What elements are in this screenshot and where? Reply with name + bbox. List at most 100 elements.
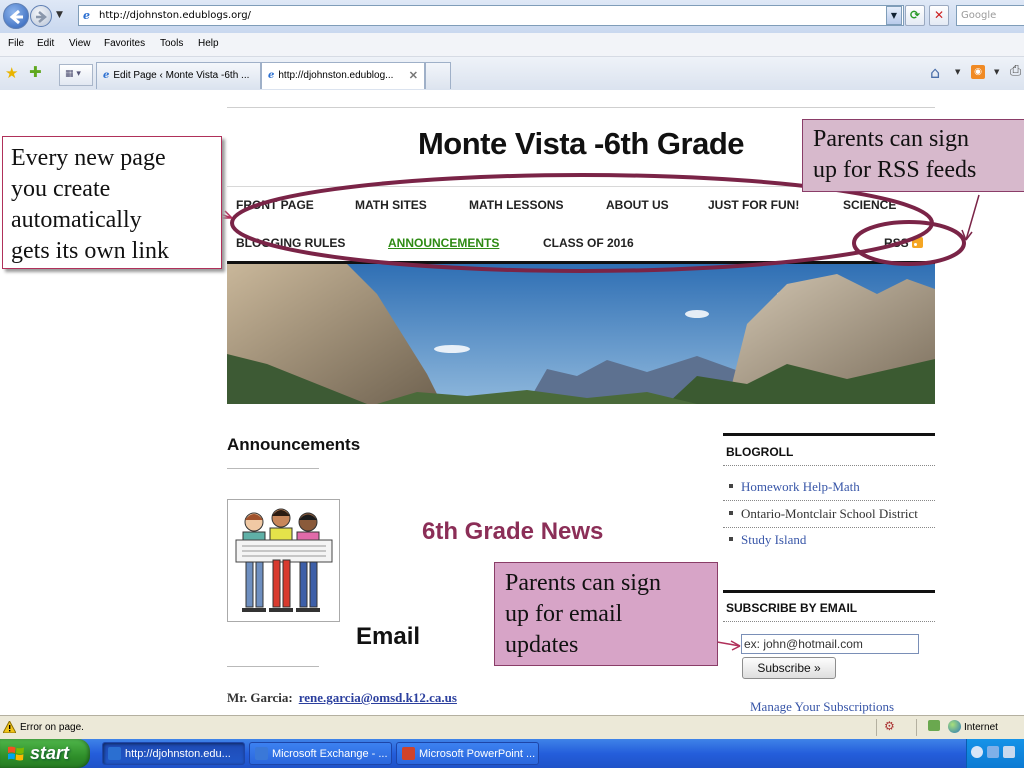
status-separator <box>876 719 877 736</box>
feeds-dropdown-icon[interactable]: ▼ <box>994 68 999 76</box>
address-bar: ▼ e http://djohnston.edublogs.org/ ▼ ⟳ ✕… <box>0 0 1024 33</box>
callout-line: gets its own link <box>11 238 170 264</box>
bullet <box>729 511 733 515</box>
dotted-divider <box>723 465 935 466</box>
taskbar-item-exchange[interactable]: Microsoft Exchange - ... <box>249 742 392 765</box>
home-icon[interactable]: ⌂ <box>930 63 940 82</box>
callout-line: up for RSS feeds <box>813 157 977 183</box>
callout-line: updates <box>505 632 579 658</box>
taskbar-item-ie[interactable]: http://djohnston.edu... <box>102 742 245 765</box>
ie-icon <box>108 747 121 760</box>
tab-label: Edit Page ‹ Monte Vista -6th ... <box>113 70 250 81</box>
callout-new-page-link: Every new page you create automatically … <box>2 136 222 269</box>
feeds-icon[interactable]: ◉ <box>971 65 985 79</box>
page-icon: e <box>83 9 90 22</box>
rss-icon <box>911 237 923 248</box>
forward-button[interactable] <box>30 5 52 27</box>
zone-shield-icon[interactable] <box>928 720 940 731</box>
back-arrow-icon <box>9 9 23 25</box>
url-dropdown-icon[interactable]: ▼ <box>886 6 902 25</box>
callout-rss-feeds: Parents can sign up for RSS feeds <box>802 119 1024 192</box>
url-field[interactable]: e http://djohnston.edublogs.org/ <box>78 5 904 26</box>
nav-blogging-rules[interactable]: BLOGGING RULES <box>236 236 345 250</box>
nav-class-of-2016[interactable]: CLASS OF 2016 <box>543 236 634 250</box>
task-label: Microsoft Exchange - ... <box>272 748 388 760</box>
windows-logo-icon <box>8 746 24 761</box>
nav-math-sites[interactable]: MATH SITES <box>355 198 427 212</box>
print-icon[interactable]: ⎙ <box>1010 63 1021 79</box>
favorites-star-icon[interactable]: ★ <box>5 64 18 82</box>
quick-tabs-button[interactable]: ▦ ▾ <box>59 64 93 86</box>
nav-just-for-fun[interactable]: JUST FOR FUN! <box>708 198 799 212</box>
menu-file[interactable]: File <box>8 38 24 49</box>
security-zone[interactable]: Internet <box>948 720 998 733</box>
kids-reading-newspaper-image <box>227 499 340 622</box>
system-tray <box>966 739 1024 768</box>
callout-line: Every new page <box>11 145 166 171</box>
sidebar-divider <box>723 590 935 593</box>
stop-button[interactable]: ✕ <box>929 5 949 26</box>
menu-view[interactable]: View <box>69 38 91 49</box>
nav-math-lessons[interactable]: MATH LESSONS <box>469 198 563 212</box>
subscribe-button[interactable]: Subscribe » <box>742 657 836 679</box>
display-icon[interactable] <box>1003 746 1015 758</box>
ie-page-icon: e <box>268 70 275 81</box>
rss-label: RSS <box>884 236 909 250</box>
history-dropdown-icon[interactable]: ▼ <box>56 10 63 20</box>
start-button[interactable]: start <box>0 739 90 768</box>
menu-favorites[interactable]: Favorites <box>104 38 145 49</box>
contact-email-link[interactable]: rene.garcia@omsd.k12.ca.us <box>299 690 457 705</box>
tray-arrow-icon[interactable] <box>971 746 983 758</box>
nav-about-us[interactable]: ABOUT US <box>606 198 669 212</box>
blogroll-heading: BLOGROLL <box>726 445 794 459</box>
bullet <box>729 484 733 488</box>
manage-subscriptions-link[interactable]: Manage Your Subscriptions <box>750 699 894 715</box>
divider <box>227 666 319 667</box>
bullet <box>729 537 733 541</box>
nav-science[interactable]: SCIENCE <box>843 198 896 212</box>
nav-announcements[interactable]: ANNOUNCEMENTS <box>388 236 499 250</box>
ie-page-icon: e <box>103 70 110 81</box>
arrowhead-icon <box>730 640 741 651</box>
back-button[interactable] <box>3 3 29 29</box>
refresh-button[interactable]: ⟳ <box>905 5 925 26</box>
search-input[interactable]: Google <box>956 5 1024 26</box>
globe-icon <box>948 720 961 733</box>
menu-bar: File Edit View Favorites Tools Help <box>0 33 1024 57</box>
callout-line: Parents can sign <box>505 570 661 596</box>
section-title[interactable]: Announcements <box>227 435 360 455</box>
callout-line: automatically <box>11 207 142 233</box>
blogroll-link[interactable]: Homework Help-Math <box>741 479 860 494</box>
add-favorite-icon[interactable]: ✚ <box>29 63 42 81</box>
close-tab-icon[interactable]: ✕ <box>409 69 418 82</box>
blogroll-link[interactable]: Ontario-Montclair School District <box>741 506 918 521</box>
nav-rss[interactable]: RSS <box>884 236 923 250</box>
callout-arrow <box>965 194 980 241</box>
status-text: Error on page. <box>20 722 84 733</box>
dotted-divider <box>723 500 935 501</box>
arrowhead-icon <box>222 210 233 219</box>
powerpoint-icon <box>402 747 415 760</box>
menu-help[interactable]: Help <box>198 38 219 49</box>
blogroll-item[interactable]: Ontario-Montclair School District <box>729 506 918 522</box>
callout-email-updates: Parents can sign up for email updates <box>494 562 718 666</box>
blogroll-link[interactable]: Study Island <box>741 532 806 547</box>
nav-front-page[interactable]: FRONT PAGE <box>236 198 314 212</box>
contact-name: Mr. Garcia: <box>227 690 293 705</box>
home-dropdown-icon[interactable]: ▼ <box>955 68 960 76</box>
menu-tools[interactable]: Tools <box>160 38 183 49</box>
sidebar-divider <box>723 433 935 436</box>
privacy-icon[interactable]: ⚙ <box>884 719 895 733</box>
header-banner-image <box>227 264 935 404</box>
new-tab-button[interactable] <box>425 62 451 89</box>
tab-current[interactable]: e http://djohnston.edublog... ✕ <box>261 62 425 89</box>
menu-edit[interactable]: Edit <box>37 38 54 49</box>
tab-edit-page[interactable]: e Edit Page ‹ Monte Vista -6th ... <box>96 62 261 89</box>
subscribe-email-input[interactable]: ex: john@hotmail.com <box>741 634 919 654</box>
blogroll-item[interactable]: Homework Help-Math <box>729 479 860 495</box>
taskbar-item-powerpoint[interactable]: Microsoft PowerPoint ... <box>396 742 539 765</box>
warning-icon[interactable] <box>3 721 16 733</box>
blogroll-item[interactable]: Study Island <box>729 532 806 548</box>
network-icon[interactable] <box>987 746 999 758</box>
callout-line: you create <box>11 176 111 202</box>
